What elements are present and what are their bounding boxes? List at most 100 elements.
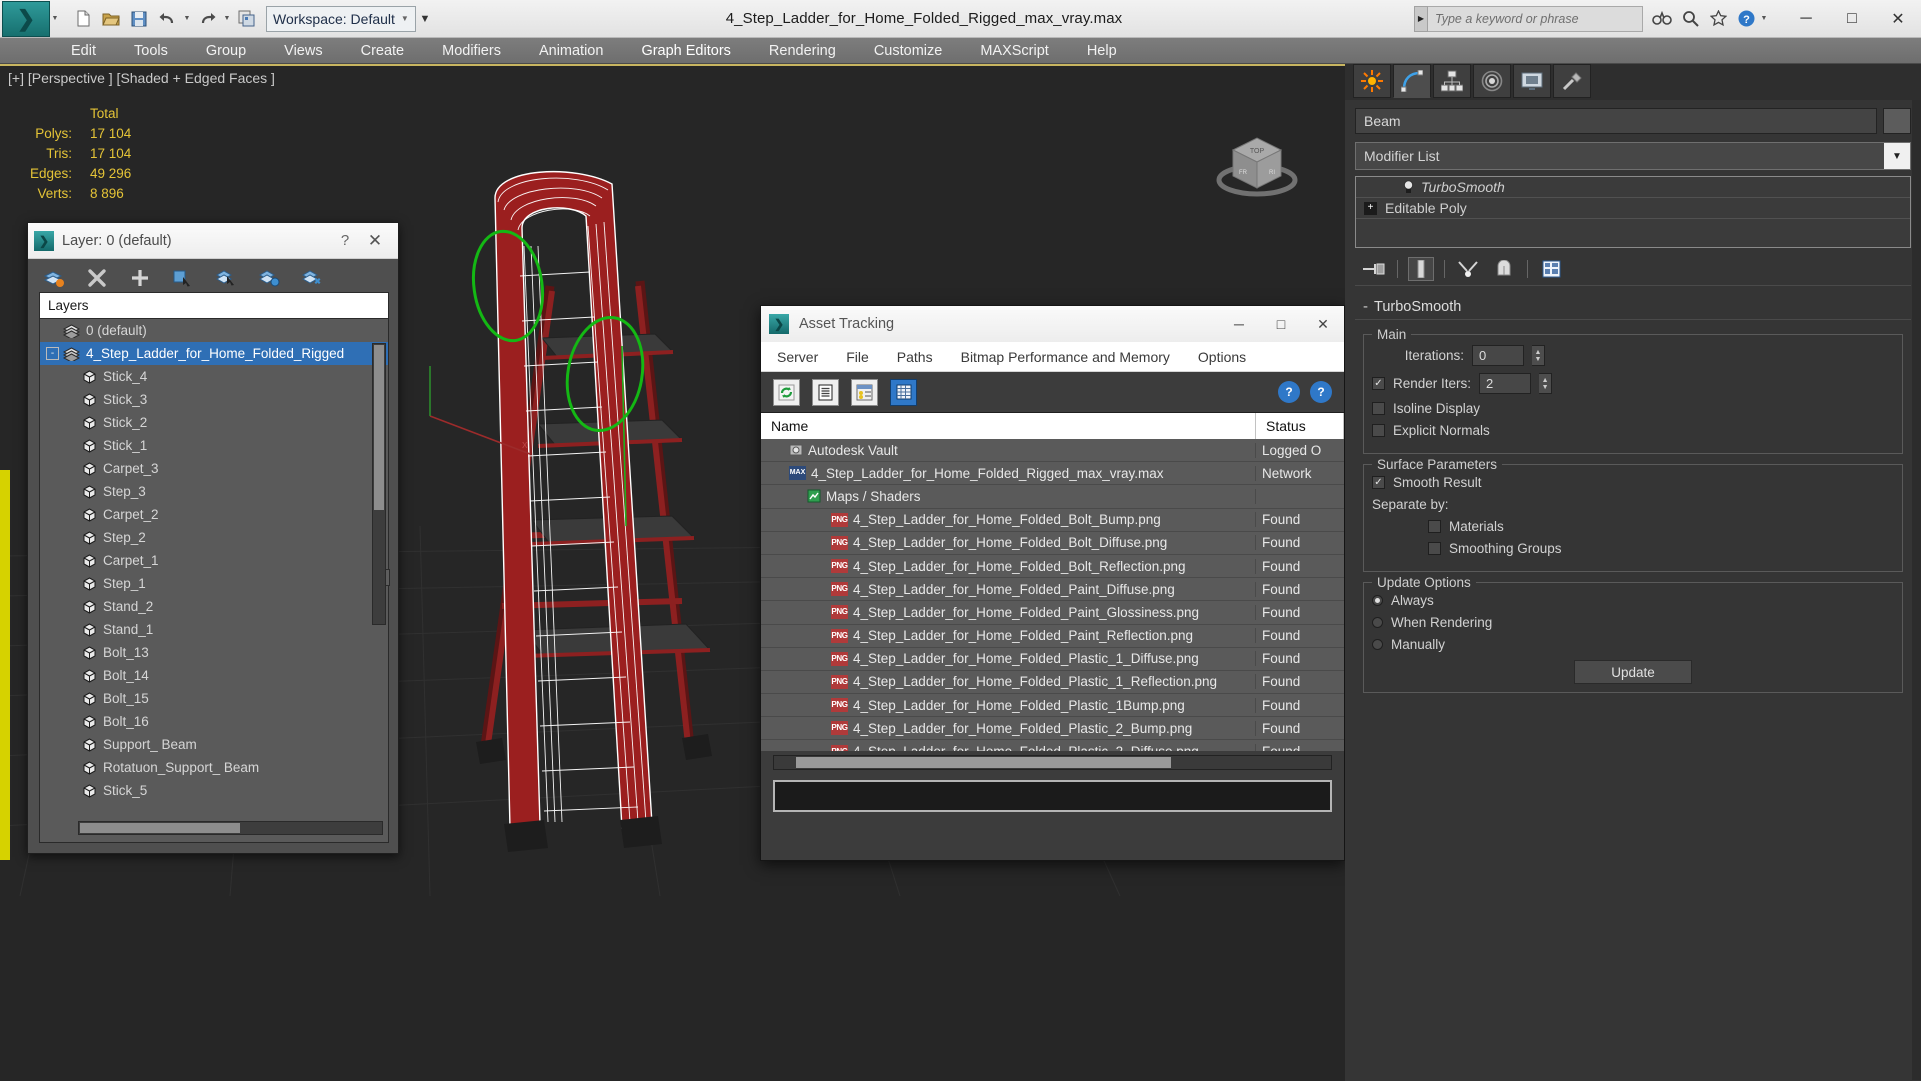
object-row[interactable]: Stick_2 (40, 411, 388, 434)
asset-tracking-close-button[interactable]: ✕ (1302, 306, 1344, 342)
object-row[interactable]: Step_2 (40, 526, 388, 549)
menu-rendering[interactable]: Rendering (750, 38, 855, 64)
menu-views[interactable]: Views (265, 38, 341, 64)
make-unique-icon[interactable] (1455, 257, 1481, 281)
redo-icon[interactable] (194, 6, 220, 32)
at-menu-server[interactable]: Server (777, 349, 818, 365)
menu-tools[interactable]: Tools (115, 38, 187, 64)
object-row[interactable]: Stick_3 (40, 388, 388, 411)
open-file-icon[interactable] (98, 6, 124, 32)
configure-modifier-sets-icon[interactable] (1538, 257, 1564, 281)
asset-horizontal-scrollbar[interactable] (773, 755, 1332, 770)
asset-tracking-dialog[interactable]: ❯ Asset Tracking ─ □ ✕ Server File Paths… (760, 305, 1345, 861)
at-menu-bitmap-performance[interactable]: Bitmap Performance and Memory (961, 349, 1170, 365)
object-color-swatch[interactable] (1883, 108, 1911, 134)
refresh-icon[interactable] (773, 378, 800, 406)
new-file-icon[interactable] (70, 6, 96, 32)
asset-row[interactable]: PNG 4_Step_Ladder_for_Home_Folded_Paint_R… (761, 625, 1344, 648)
command-panel-scrollbar[interactable] (1912, 100, 1921, 1080)
chevron-down-icon[interactable]: ▼ (1884, 143, 1910, 169)
layer-row[interactable]: - 4_Step_Ladder_for_Home_Folded_Rigged (40, 342, 388, 365)
object-row[interactable]: Step_1 (40, 572, 388, 595)
delete-layer-icon[interactable] (85, 266, 109, 290)
iterations-spinner[interactable]: ▲ ▼ (1532, 345, 1545, 366)
asset-tracking-maximize-button[interactable]: □ (1260, 306, 1302, 342)
undo-dropdown-icon[interactable]: ▼ (182, 15, 192, 22)
asset-horizontal-thumb[interactable] (796, 757, 1171, 768)
asset-row[interactable]: PNG 4_Step_Ladder_for_Home_Folded_Plastic… (761, 717, 1344, 741)
ladder-3d-model[interactable] (390, 106, 810, 896)
update-button[interactable]: Update (1574, 660, 1692, 684)
rollout-collapse-icon[interactable]: - (1363, 298, 1368, 315)
hierarchy-tab[interactable] (1433, 64, 1471, 98)
layer-dialog-close-button[interactable]: ✕ (358, 231, 392, 251)
highlight-selected-icon[interactable] (257, 266, 281, 290)
info-icon[interactable]: ? (1310, 381, 1332, 403)
layer-list[interactable]: 0 (default) - 4_Step_Ladder_for_Home_Folde… (39, 318, 389, 843)
asset-column-name[interactable]: Name (761, 413, 1256, 439)
update-option-manually[interactable]: Manually (1372, 637, 1894, 652)
object-row[interactable]: Carpet_3 (40, 457, 388, 480)
object-row[interactable]: Carpet_1 (40, 549, 388, 572)
isoline-display-checkbox[interactable] (1372, 402, 1385, 415)
pin-stack-icon[interactable] (1361, 257, 1387, 281)
expander-icon[interactable]: - (46, 347, 59, 360)
menu-group[interactable]: Group (187, 38, 265, 64)
modify-tab[interactable] (1393, 64, 1431, 98)
render-iters-checkbox[interactable]: ✓ (1372, 377, 1385, 390)
menu-create[interactable]: Create (342, 38, 424, 64)
layer-properties-icon[interactable] (300, 266, 324, 290)
object-row[interactable]: Step_3 (40, 480, 388, 503)
menu-graph-editors[interactable]: Graph Editors (622, 38, 749, 64)
object-row[interactable]: Stick_5 (40, 779, 388, 802)
modifier-stack-item-editable-poly[interactable]: + Editable Poly (1356, 198, 1910, 219)
object-row[interactable]: Bolt_14 (40, 664, 388, 687)
asset-row[interactable]: PNG 4_Step_Ladder_for_Home_Folded_Bolt_Re… (761, 555, 1344, 579)
materials-checkbox[interactable] (1428, 520, 1441, 533)
layer-dialog-help-button[interactable]: ? (332, 232, 358, 249)
asset-table-body[interactable]: Autodesk Vault Logged O MAX 4_Step_Ladder_f… (761, 439, 1344, 751)
asset-row[interactable]: Maps / Shaders (761, 485, 1344, 509)
modifier-stack-item-turbosmooth[interactable]: TurboSmooth (1356, 177, 1910, 198)
asset-row[interactable]: MAX 4_Step_Ladder_for_Home_Folded_Rigged_… (761, 462, 1344, 486)
utilities-tab[interactable] (1553, 64, 1591, 98)
menu-modifiers[interactable]: Modifiers (423, 38, 520, 64)
update-option-always[interactable]: Always (1372, 593, 1894, 608)
save-file-icon[interactable] (126, 6, 152, 32)
redo-dropdown-icon[interactable]: ▼ (222, 15, 232, 22)
layer-list-horizontal-scrollbar[interactable] (78, 821, 383, 835)
layer-row[interactable]: 0 (default) (40, 319, 388, 342)
modifier-list-dropdown[interactable]: Modifier List ▼ (1355, 142, 1911, 170)
smooth-result-checkbox[interactable]: ✓ (1372, 476, 1385, 489)
render-iters-input[interactable]: 2 (1479, 373, 1532, 394)
set-project-folder-icon[interactable] (234, 6, 260, 32)
new-layer-icon[interactable] (42, 266, 66, 290)
plus-icon[interactable]: + (1364, 201, 1377, 215)
rollout-header[interactable]: - TurboSmooth (1355, 298, 1911, 315)
create-tab[interactable] (1353, 64, 1391, 98)
asset-row[interactable]: PNG 4_Step_Ladder_for_Home_Folded_Plastic… (761, 740, 1344, 751)
iterations-input[interactable]: 0 (1472, 345, 1524, 366)
object-row[interactable]: Carpet_2 (40, 503, 388, 526)
list-view-icon[interactable] (812, 378, 839, 406)
layer-list-vertical-scrollbar[interactable] (372, 343, 386, 625)
menu-edit[interactable]: Edit (52, 38, 115, 64)
select-highlighted-icon[interactable] (214, 266, 238, 290)
help-icon[interactable]: ? (1733, 6, 1759, 32)
select-objects-icon[interactable] (171, 266, 195, 290)
maximize-button[interactable]: □ (1829, 0, 1875, 38)
object-row[interactable]: Stick_4 (40, 365, 388, 388)
remove-modifier-icon[interactable] (1491, 257, 1517, 281)
asset-row[interactable]: PNG 4_Step_Ladder_for_Home_Folded_Plastic… (761, 671, 1344, 695)
layer-explorer-dialog[interactable]: ❯ Layer: 0 (default) ? ✕ Layers 0 (defau… (27, 222, 399, 854)
object-row[interactable]: Bolt_15 (40, 687, 388, 710)
star-icon[interactable] (1705, 6, 1731, 32)
explicit-normals-checkbox[interactable] (1372, 424, 1385, 437)
motion-tab[interactable] (1473, 64, 1511, 98)
update-option-when-rendering[interactable]: When Rendering (1372, 615, 1894, 630)
grid-view-icon[interactable] (890, 378, 917, 406)
view-cube[interactable]: TOP FR RI (1209, 114, 1305, 210)
add-layer-icon[interactable] (128, 266, 152, 290)
asset-column-status[interactable]: Status (1256, 413, 1344, 439)
when-rendering-radio[interactable] (1372, 617, 1383, 628)
